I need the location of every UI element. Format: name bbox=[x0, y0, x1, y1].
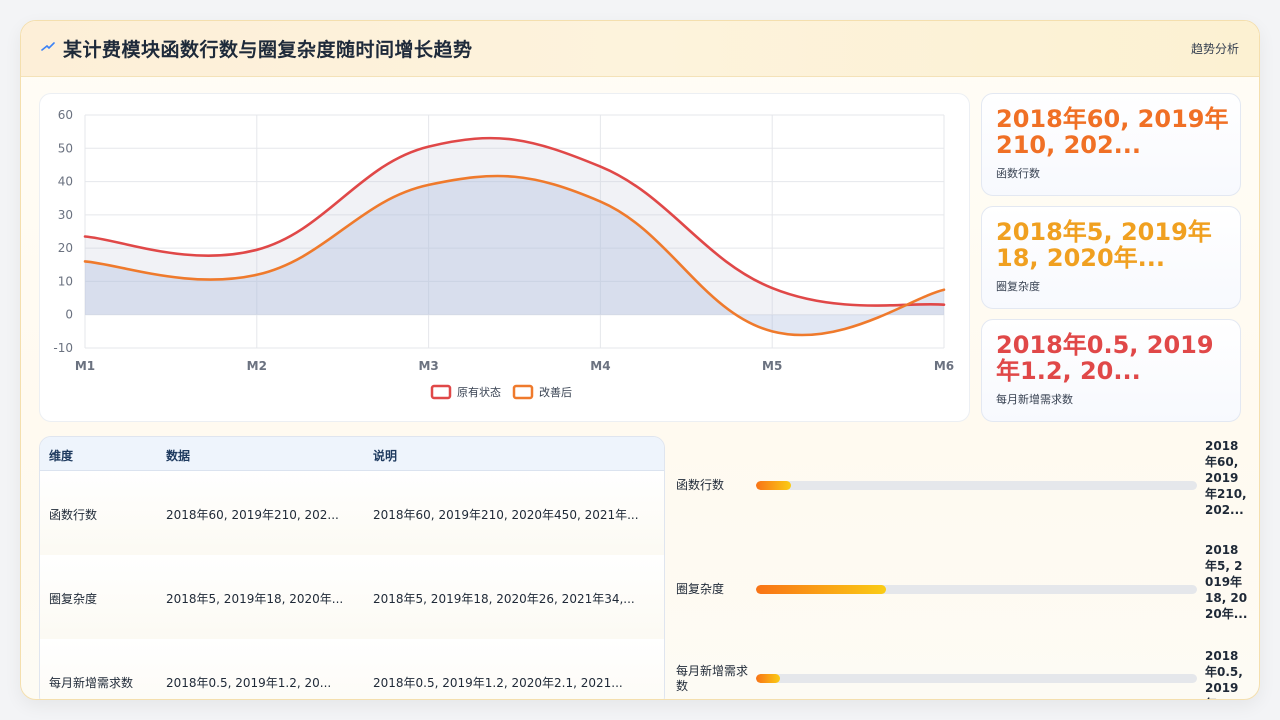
table-cell: 圈复杂度 bbox=[49, 592, 98, 606]
y-tick-label: 30 bbox=[58, 208, 73, 222]
y-tick-label: 0 bbox=[65, 308, 73, 322]
table-cell: 2018年5, 2019年18, 2020年26, 2021年34,... bbox=[373, 592, 635, 606]
analysis-tag[interactable]: 趋势分析 bbox=[1191, 40, 1239, 57]
table-row: 函数行数 2018年60, 2019年210, 202... 2018年60, … bbox=[40, 471, 664, 556]
kpi-label: 圈复杂度 bbox=[996, 280, 1040, 293]
data-table: 维度 数据 说明 函数行数 2018年60, 2019年210, 202... … bbox=[39, 436, 665, 699]
y-tick-label: 50 bbox=[58, 141, 73, 155]
y-tick-label: 40 bbox=[58, 175, 73, 189]
legend-swatch bbox=[512, 384, 534, 400]
table-cell: 2018年60, 2019年210, 202... bbox=[166, 508, 339, 522]
y-tick-label: 10 bbox=[58, 274, 73, 288]
x-tick-label: M2 bbox=[247, 359, 267, 373]
progress-fill bbox=[756, 585, 887, 594]
legend-label: 原有状态 bbox=[457, 385, 501, 399]
table-header: 维度 数据 说明 bbox=[40, 437, 664, 471]
column-header: 数据 bbox=[166, 449, 191, 463]
x-tick-label: M6 bbox=[934, 359, 954, 373]
column-header: 维度 bbox=[49, 449, 74, 463]
progress-track bbox=[756, 481, 1197, 490]
progress-fill bbox=[756, 674, 781, 683]
table-row: 每月新增需求数 2018年0.5, 2019年1.2, 20... 2018年0… bbox=[40, 639, 664, 699]
kpi-label: 函数行数 bbox=[996, 167, 1040, 180]
card-header: 某计费模块函数行数与圈复杂度随时间增长趋势 趋势分析 bbox=[21, 21, 1259, 77]
x-tick-label: M1 bbox=[75, 359, 95, 373]
progress-value: 2018年5, 2019年18, 2020年... bbox=[1205, 543, 1248, 621]
trend-chart-svg: 60 50 40 30 20 10 0 -10M1 M2 M3 M4 M5 M6 原有状态 改善后 bbox=[53, 108, 954, 400]
table-cell: 每月新增需求数 bbox=[49, 676, 134, 690]
progress-label: 圈复杂度 bbox=[676, 582, 725, 596]
y-tick-label: -10 bbox=[53, 341, 73, 355]
y-tick-label: 20 bbox=[58, 241, 73, 255]
kpi-card-complexity: 2018年5, 2019年18, 2020年... 圈复杂度 bbox=[981, 206, 1241, 309]
x-tick-label: M3 bbox=[418, 359, 438, 373]
progress-label: 函数行数 bbox=[676, 478, 725, 492]
table-row: 圈复杂度 2018年5, 2019年18, 2020年... 2018年5, 2… bbox=[40, 555, 664, 640]
table-cell: 函数行数 bbox=[49, 508, 98, 522]
x-tick-label: M5 bbox=[762, 359, 782, 373]
kpi-value: 2018年0.5, 2019年1.2, 20... bbox=[996, 331, 1214, 385]
kpi-value: 2018年60, 2019年210, 202... bbox=[996, 105, 1229, 159]
dashboard-card: 某计费模块函数行数与圈复杂度随时间增长趋势 趋势分析 60 50 40 30 20 10 0… bbox=[20, 20, 1260, 700]
kpi-card-function-lines: 2018年60, 2019年210, 202... 函数行数 bbox=[981, 93, 1241, 196]
legend-label: 改善后 bbox=[539, 385, 572, 399]
progress-track bbox=[756, 674, 1197, 683]
legend-swatch bbox=[430, 384, 452, 400]
progress-label: 每月新增需求数 bbox=[676, 664, 749, 693]
table-cell: 2018年5, 2019年18, 2020年... bbox=[166, 592, 344, 606]
table-cell: 2018年0.5, 2019年1.2, 20... bbox=[166, 676, 332, 690]
trend-chart: 60 50 40 30 20 10 0 -10 M1 M2 M3 M4 M5 M6 原有状态 改善后 bbox=[39, 93, 970, 422]
progress-fill bbox=[756, 481, 792, 490]
x-tick-label: M4 bbox=[590, 359, 610, 373]
kpi-card-requirements: 2018年0.5, 2019年1.2, 20... 每月新增需求数 bbox=[981, 319, 1241, 422]
column-header: 说明 bbox=[373, 449, 398, 463]
kpi-value: 2018年5, 2019年18, 2020年... bbox=[996, 218, 1212, 272]
progress-track bbox=[756, 585, 1197, 594]
y-tick-label: 60 bbox=[58, 108, 73, 122]
trend-icon bbox=[41, 42, 55, 51]
progress-value: 2018年60, 2019年210, 202... bbox=[1205, 439, 1247, 517]
progress-value: 2018年0.5, 2019年1.2, ... bbox=[1205, 649, 1243, 699]
table-cell: 2018年0.5, 2019年1.2, 2020年2.1, 2021... bbox=[373, 676, 623, 690]
table-cell: 2018年60, 2019年210, 2020年450, 2021年... bbox=[373, 508, 639, 522]
page-title: 某计费模块函数行数与圈复杂度随时间增长趋势 bbox=[63, 39, 473, 61]
kpi-label: 每月新增需求数 bbox=[996, 393, 1073, 406]
progress-list: 函数行数 2018年60, 2019年210, 202... 圈复杂度 2018… bbox=[676, 436, 1259, 699]
